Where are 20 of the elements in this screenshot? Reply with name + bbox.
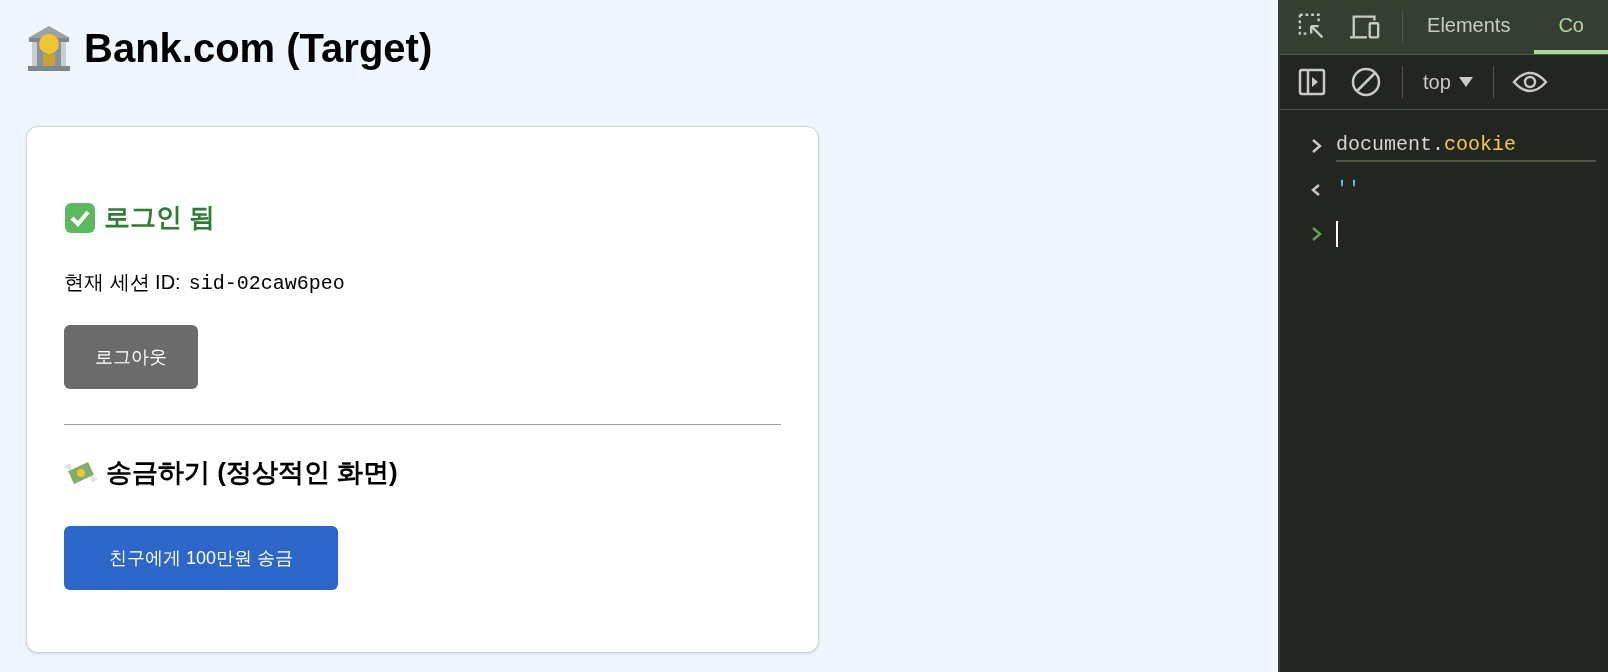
transfer-button[interactable]: 친구에게 100만원 송금 — [64, 526, 338, 590]
eye-icon[interactable] — [1511, 70, 1548, 94]
page-title: Bank.com (Target) — [84, 28, 433, 68]
input-chevron-icon — [1310, 138, 1324, 154]
prompt-chevron-icon — [1310, 226, 1324, 242]
check-icon — [64, 201, 96, 234]
session-id: sid-02caw6peo — [188, 271, 345, 297]
clear-console-icon[interactable] — [1350, 66, 1382, 98]
caret-icon — [1458, 77, 1473, 87]
login-status: 로그인 됨 — [104, 201, 216, 234]
bank-icon — [26, 24, 72, 72]
transfer-heading: 송금하기 (정상적인 화면) — [106, 456, 398, 489]
console-result: '' — [1336, 177, 1360, 203]
console-command: document.cookie — [1336, 130, 1597, 162]
devtools-tab[interactable]: Co — [1534, 0, 1608, 54]
context-dropdown[interactable]: top — [1423, 67, 1473, 97]
logout-button[interactable]: 로그아웃 — [64, 325, 198, 389]
sidebar-toggle-icon[interactable] — [1298, 68, 1326, 96]
devtools-tab[interactable]: Elements — [1403, 0, 1535, 54]
session-label: 현재 세션 ID: — [64, 270, 181, 295]
